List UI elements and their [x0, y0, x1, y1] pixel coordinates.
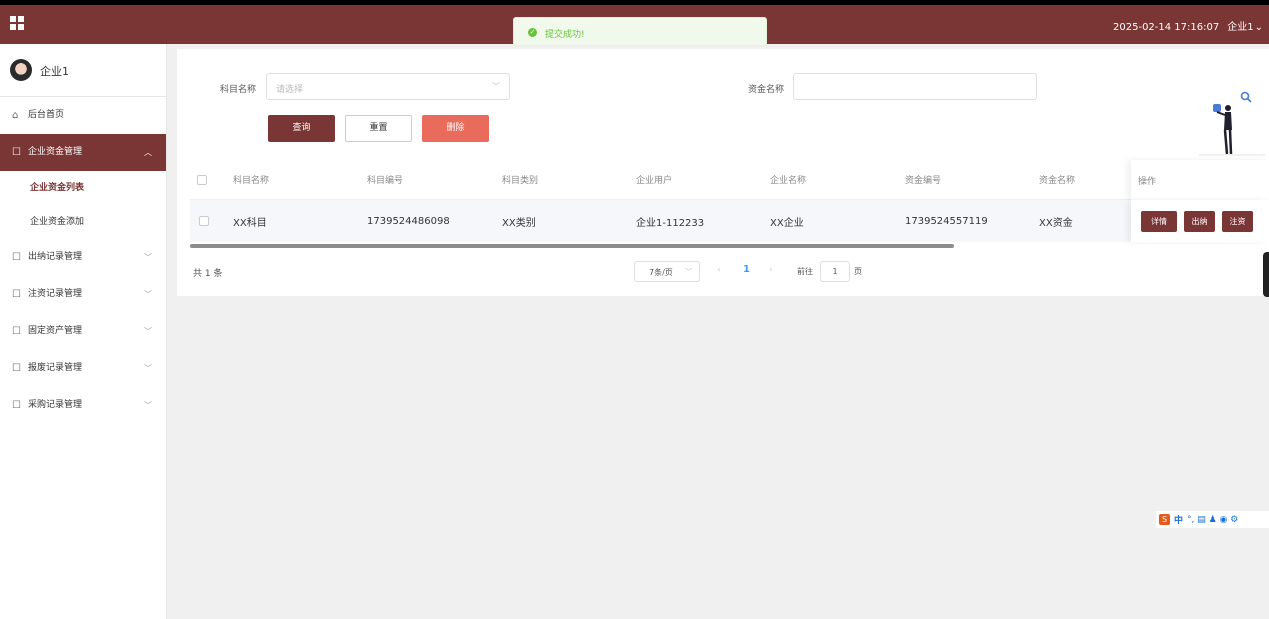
row-actions: 详情 出纳 注资: [1131, 200, 1269, 242]
chevron-down-icon: ⌄: [1254, 22, 1263, 33]
ime-logo-icon: S: [1159, 514, 1170, 525]
select-all-checkbox[interactable]: [197, 160, 207, 199]
column-header: 科目类别: [502, 176, 539, 186]
sidebar-item-label: 后台首页: [28, 110, 65, 120]
reset-button[interactable]: 重置: [345, 115, 412, 142]
chevron-down-icon: ﹀: [144, 401, 152, 410]
document-icon: ☐: [12, 289, 21, 300]
column-header: 资金编号: [905, 176, 942, 186]
success-toast: ✓ 提交成功!: [513, 17, 767, 46]
sidebar-item-purchase-records[interactable]: ☐ 采购记录管理 ﹀: [0, 387, 166, 424]
sidebar-item-label: 采购记录管理: [28, 400, 83, 410]
sidebar-username: 企业1: [40, 65, 69, 78]
cell-enterprise-name: XX企业: [770, 217, 804, 229]
chevron-down-icon: ﹀: [492, 82, 500, 91]
subject-name-label: 科目名称: [220, 85, 257, 95]
column-header: 科目编号: [367, 176, 404, 186]
table-header: 科目名称 科目编号 科目类别 企业用户 企业名称 资金编号 资金名称: [190, 160, 1269, 200]
chevron-down-icon: ﹀: [144, 364, 152, 373]
main-content: 科目名称 请选择 ﹀ 资金名称 查询 重置 删除 科目名称 科目编号 科目类别: [167, 44, 1269, 619]
sidebar-item-label: 企业资金管理: [28, 147, 83, 157]
sidebar-subitem-fund-add[interactable]: 企业资金添加: [0, 205, 166, 239]
cell-fund-name: XX资金: [1039, 217, 1073, 229]
chevron-down-icon: ﹀: [144, 327, 152, 336]
sidebar-item-label: 固定资产管理: [28, 326, 83, 336]
table-row[interactable]: XX科目 1739524486098 XX类别 企业1-112233 XX企业 …: [190, 200, 1269, 242]
next-page-button[interactable]: ›: [769, 265, 773, 275]
document-icon: ☐: [12, 363, 21, 374]
delete-button[interactable]: 删除: [422, 115, 489, 142]
chevron-down-icon: ﹀: [685, 268, 692, 276]
cell-subject-category: XX类别: [502, 217, 536, 229]
column-header: 企业用户: [636, 176, 673, 186]
sidebar-item-label: 注资记录管理: [28, 289, 83, 299]
prev-page-button[interactable]: ‹: [717, 265, 721, 275]
sidebar-item-home[interactable]: ⌂ 后台首页: [0, 97, 166, 134]
query-button[interactable]: 查询: [268, 115, 335, 142]
header-datetime: 2025-02-14 17:16:07: [1113, 22, 1220, 33]
goto-page-input[interactable]: 1: [820, 261, 850, 282]
fund-name-label: 资金名称: [748, 85, 785, 95]
sidebar-item-cashier-records[interactable]: ☐ 出纳记录管理 ﹀: [0, 239, 166, 276]
column-header: 资金名称: [1039, 176, 1076, 186]
inject-capital-button[interactable]: 注资: [1222, 211, 1253, 232]
list-panel: 科目名称 请选择 ﹀ 资金名称 查询 重置 删除 科目名称 科目编号 科目类别: [177, 49, 1269, 296]
cashier-button[interactable]: 出纳: [1184, 211, 1215, 232]
cell-subject-code: 1739524486098: [367, 215, 450, 227]
toast-message: 提交成功!: [545, 30, 585, 40]
horizontal-scrollbar[interactable]: [190, 244, 954, 248]
column-header: 操作: [1138, 176, 1157, 187]
document-icon: ☐: [12, 326, 21, 337]
chevron-up-icon: ︿: [144, 148, 152, 157]
ime-toolbar[interactable]: S 中 °, ▤ ♟ ◉ ⚙: [1156, 511, 1269, 528]
actions-column-header: 操作: [1131, 160, 1269, 200]
fund-name-input[interactable]: [793, 73, 1037, 100]
pagination-total: 共 1 条: [193, 269, 223, 279]
goto-label: 前往: [797, 267, 813, 276]
ime-language[interactable]: 中: [1174, 513, 1183, 526]
checkbox-box: [197, 174, 207, 185]
chevron-down-icon: ﹀: [144, 253, 152, 262]
subject-name-select[interactable]: 请选择 ﹀: [266, 73, 510, 100]
row-checkbox[interactable]: [199, 200, 209, 242]
column-header: 企业名称: [770, 176, 807, 186]
sidebar-item-label: 报废记录管理: [28, 363, 83, 373]
page-size-value: 7条/页: [649, 268, 673, 277]
chevron-down-icon: ﹀: [144, 290, 152, 299]
sidebar-item-capital-injection[interactable]: ☐ 注资记录管理 ﹀: [0, 276, 166, 313]
document-icon: ☐: [12, 252, 21, 263]
checkbox-box: [199, 216, 209, 226]
cell-enterprise-user: 企业1-112233: [636, 217, 705, 229]
select-placeholder: 请选择: [276, 85, 304, 95]
header-user-menu[interactable]: 企业1⌄: [1227, 22, 1263, 33]
ime-symbols[interactable]: °, ▤ ♟ ◉ ⚙: [1187, 515, 1238, 525]
detail-button[interactable]: 详情: [1141, 211, 1177, 232]
document-icon: ☐: [12, 147, 21, 158]
sidebar: 企业1 ⌂ 后台首页 ☐ 企业资金管理 ︿ 企业资金列表 企业资金添加 ☐ 出纳…: [0, 44, 167, 619]
sidebar-item-scrap-records[interactable]: ☐ 报废记录管理 ﹀: [0, 350, 166, 387]
sidebar-item-fixed-assets[interactable]: ☐ 固定资产管理 ﹀: [0, 313, 166, 350]
page-size-select[interactable]: 7条/页 ﹀: [634, 261, 700, 282]
check-circle-icon: ✓: [528, 28, 537, 37]
page-number-current[interactable]: 1: [743, 264, 750, 275]
search-illustration: [1199, 91, 1265, 156]
sidebar-item-label: 出纳记录管理: [28, 252, 83, 262]
sidebar-subitem-fund-list[interactable]: 企业资金列表: [0, 171, 166, 205]
document-icon: ☐: [12, 400, 21, 411]
side-drawer-handle[interactable]: [1263, 252, 1269, 297]
home-icon: ⌂: [12, 110, 19, 121]
cell-subject-name: XX科目: [233, 217, 267, 229]
header-right: 2025-02-14 17:16:07 企业1⌄: [1105, 18, 1263, 33]
user-profile: 企业1: [0, 44, 166, 97]
avatar: [10, 59, 32, 81]
sidebar-item-fund-management[interactable]: ☐ 企业资金管理 ︿: [0, 134, 166, 171]
header-user: 企业1: [1227, 22, 1254, 33]
cell-fund-code: 1739524557119: [905, 215, 988, 227]
goto-suffix: 页: [854, 267, 862, 276]
grid-menu-icon[interactable]: [10, 16, 24, 30]
column-header: 科目名称: [233, 176, 270, 186]
